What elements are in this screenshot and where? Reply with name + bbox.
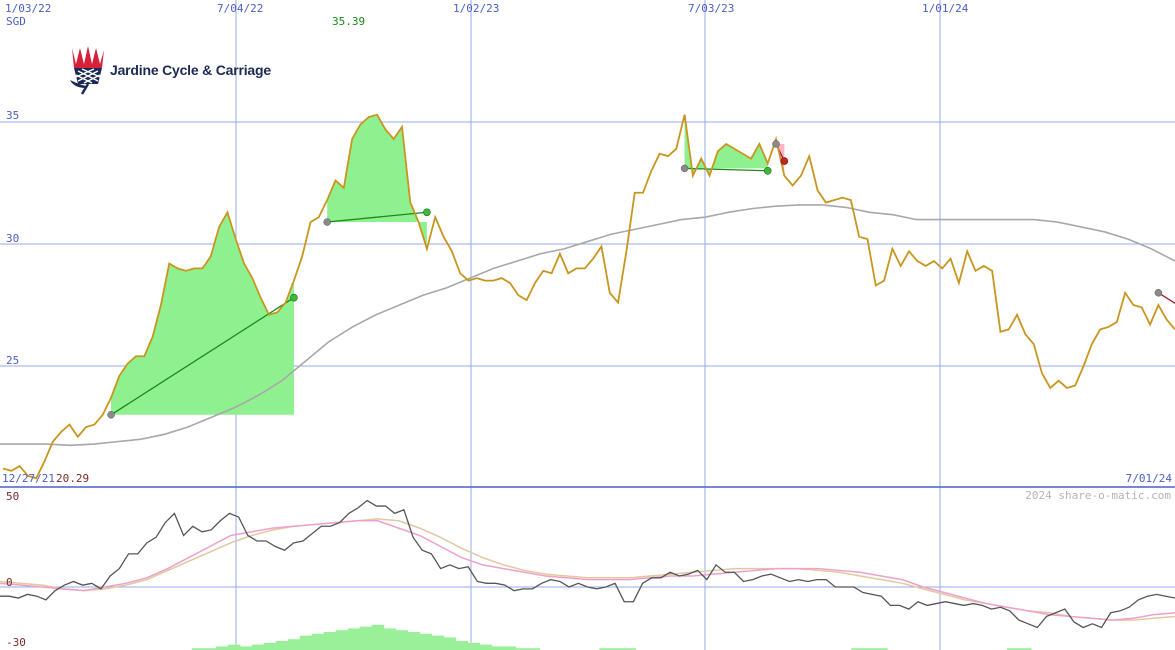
volume-bar [287,639,301,650]
annotation-end-point [290,293,298,302]
volume-bar [299,635,313,650]
x-tick-label: 7/03/23 [688,2,735,15]
y-tick-label: -30 [6,636,26,649]
volume-bar [347,628,361,650]
x-tick-label: 7/04/22 [217,2,264,15]
annotation-end-point [780,157,789,165]
company-logo: Jardine Cycle & Carriage [66,44,271,96]
annotation-end-point [763,167,772,175]
annotation-start-point [323,218,331,226]
annotation-end-point [423,208,431,217]
annotation-start-point [1154,289,1163,297]
volume-bar [251,644,265,650]
volume-bar [275,641,289,650]
start-date-label: 12/27/21 [2,472,55,485]
company-name: Jardine Cycle & Carriage [110,62,271,78]
volume-bar [455,641,469,650]
y-tick-label: 0 [6,576,13,589]
high-value-label: 35.39 [332,15,366,28]
volume-bar [491,646,505,650]
oscillator-signal-line [0,520,1175,621]
oscillator-signal-line [0,518,1175,621]
x-tick-label: 1/01/24 [922,2,969,15]
x-tick-label: 1/03/22 [5,2,52,15]
x-tick-label: 1/02/23 [453,2,500,15]
volume-bar [239,646,253,650]
volume-bar [395,630,409,650]
volume-bar [263,642,277,650]
annotation-start-point [680,164,689,173]
volume-bar [323,632,337,650]
volume-bar [443,637,457,650]
annotation-start-point [772,140,780,148]
end-date-label: 7/01/24 [1125,472,1172,485]
thistle-logo-icon [70,46,104,95]
y-tick-label: 50 [6,490,20,503]
y-tick-label: 35 [6,109,20,122]
watermark-text: 2024 share-o-matic.com [1025,489,1171,502]
volume-bar [359,626,373,650]
volume-bar [227,644,241,650]
volume-bar [215,646,229,650]
low-value-label: 20.29 [56,472,90,485]
y-tick-label: 25 [6,354,20,367]
volume-bar [467,642,481,650]
gain-region [111,212,294,415]
volume-bar [479,644,493,650]
currency-label: SGD [6,15,26,28]
volume-bar [503,646,517,650]
volume-bar [335,630,349,650]
gain-region [327,114,427,249]
volume-bar [311,633,325,650]
volume-bar [371,624,385,650]
annotation-start-point [107,411,115,419]
chart-canvas [0,0,1175,650]
volume-bar [383,628,397,650]
volume-bar [431,635,445,650]
y-tick-label: 30 [6,232,20,245]
volume-bar [419,633,433,650]
volume-bar [407,632,421,650]
